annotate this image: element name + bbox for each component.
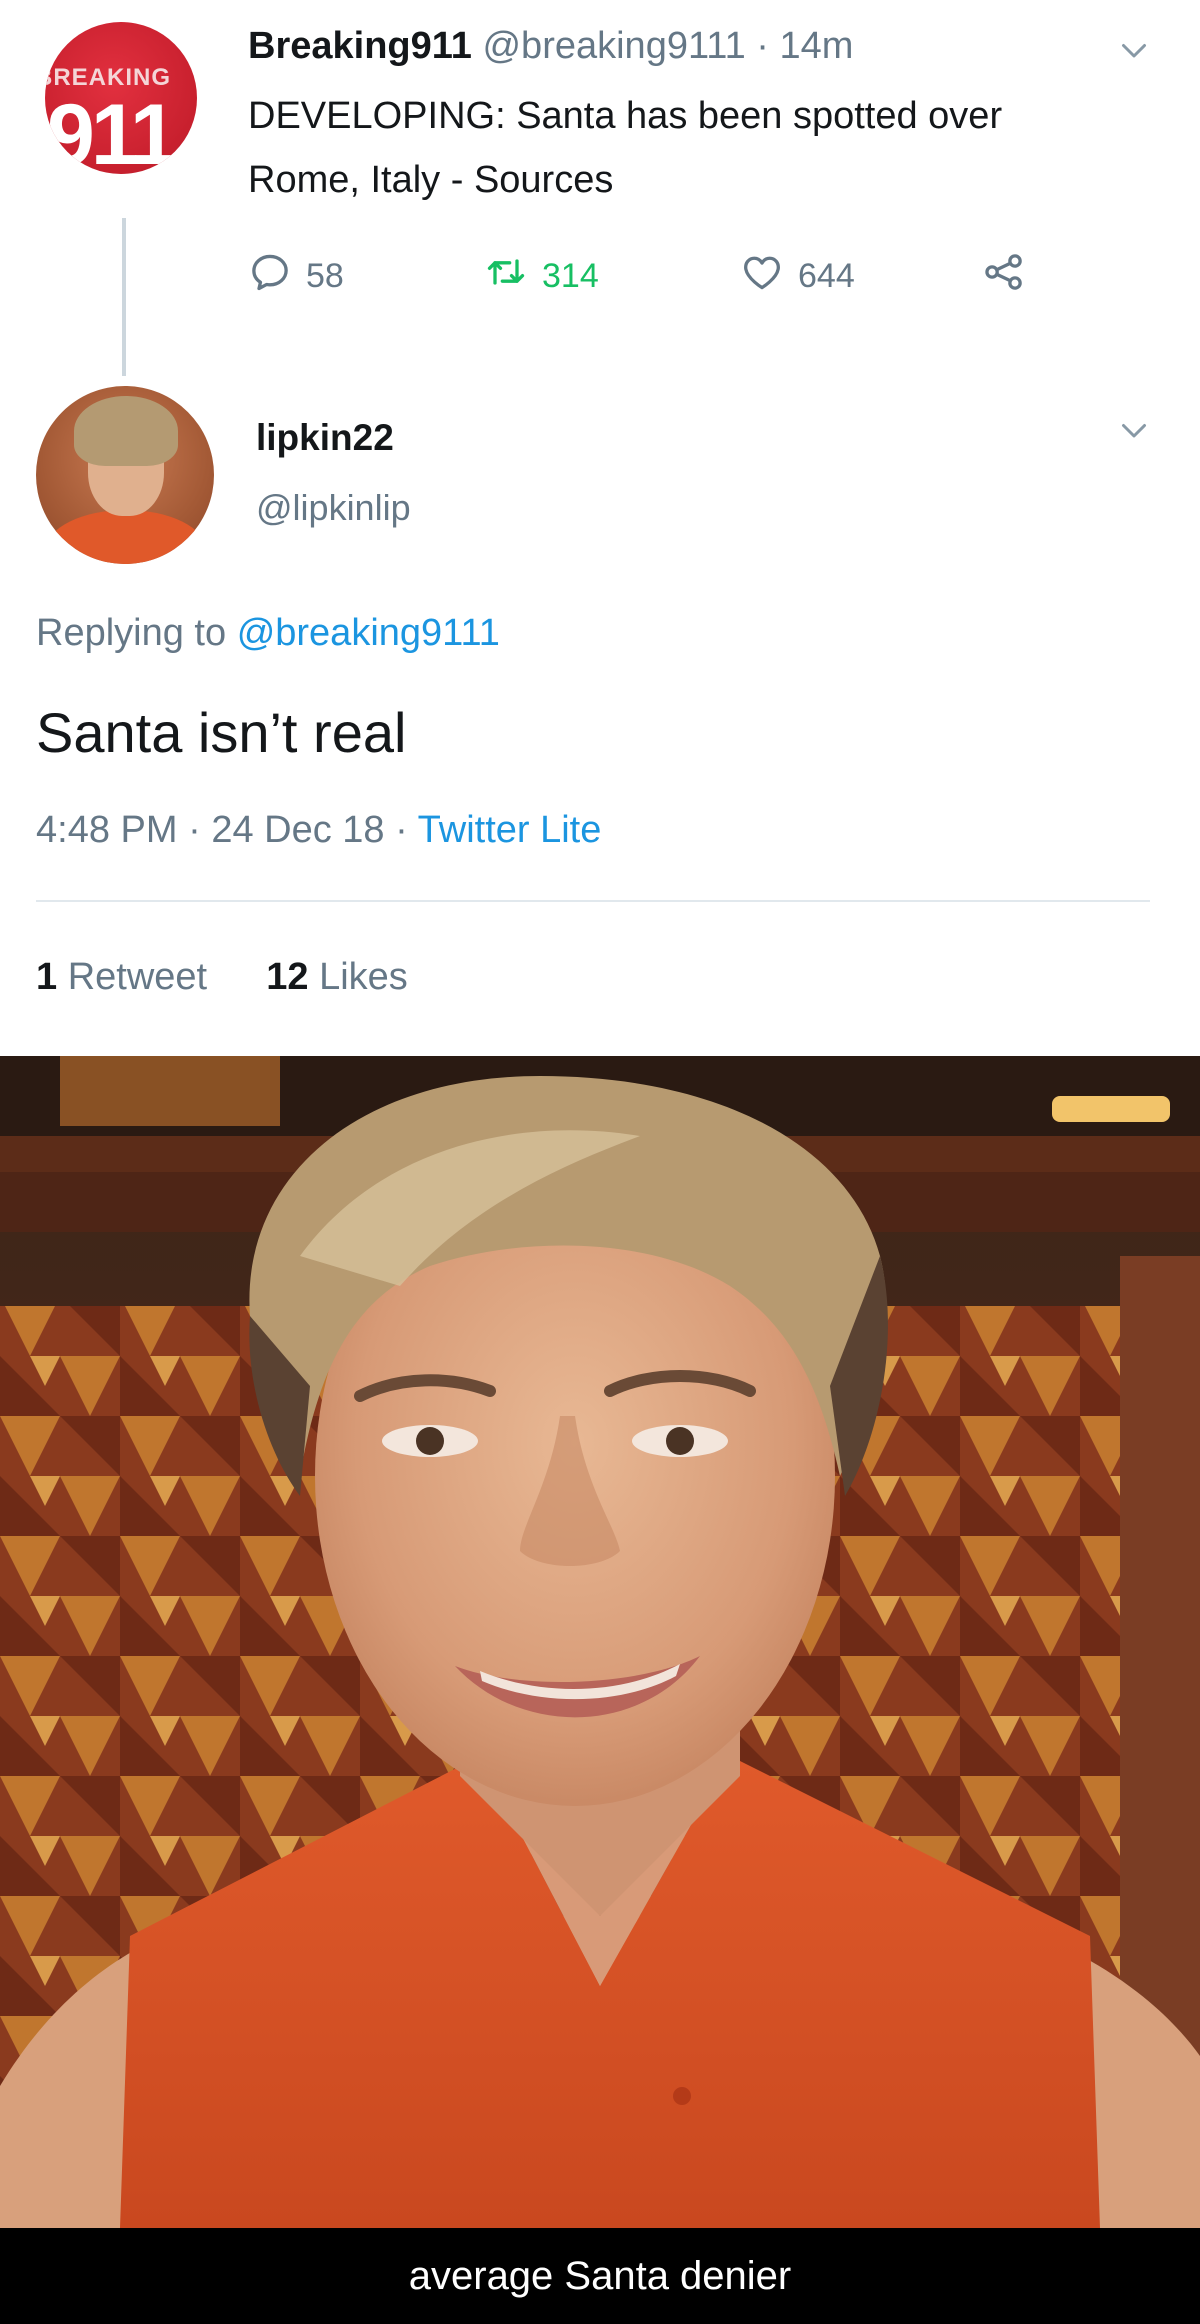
tweet-header: Breaking911 @breaking9111 · 14m (248, 22, 853, 70)
tweet-date[interactable]: 24 Dec 18 (211, 809, 384, 851)
likes-stat[interactable]: 12 Likes (266, 956, 408, 998)
tweet-source[interactable]: Twitter Lite (418, 809, 602, 851)
retweet-icon (484, 250, 542, 303)
like-count: 644 (798, 256, 855, 295)
separator-dot: · (188, 809, 201, 851)
tweet-stats: 1 Retweet 12 Likes (36, 952, 408, 1002)
author-name[interactable]: Breaking911 (248, 25, 472, 67)
tweet-text: Santa isn’t real (36, 701, 407, 764)
retweets-stat[interactable]: 1 Retweet (36, 956, 207, 998)
share-button[interactable] (982, 248, 1040, 304)
retweet-count: 1 (36, 956, 58, 998)
photo-illustration (0, 1056, 1200, 2228)
chevron-down-icon[interactable] (1116, 412, 1152, 448)
tweet-actions: 58 314 644 (248, 248, 1078, 304)
breaking911-avatar[interactable]: BREAKING 911 (45, 22, 197, 174)
tweet-time[interactable]: 4:48 PM (36, 809, 178, 851)
meme-caption: average Santa denier (408, 2254, 792, 2298)
avatar-number: 911 (47, 87, 178, 174)
thread-connector-line (122, 218, 126, 376)
retweet-count: 314 (542, 256, 599, 295)
meme-photo (0, 1056, 1200, 2228)
tweet-metadata: 4:48 PM · 24 Dec 18 · Twitter Lite (36, 806, 601, 854)
author-handle[interactable]: @lipkinlip (256, 484, 411, 532)
tweet-timestamp[interactable]: 14m (780, 25, 854, 67)
retweet-button[interactable]: 314 (484, 248, 599, 304)
like-button[interactable]: 644 (740, 248, 855, 304)
author-handle[interactable]: @breaking9111 (482, 25, 745, 67)
separator-dot: · (756, 25, 769, 67)
lipkin22-avatar[interactable] (36, 386, 214, 564)
parent-tweet[interactable]: BREAKING 911 Breaking911 @breaking9111 ·… (0, 0, 1200, 376)
separator-dot: · (395, 809, 408, 851)
meme-caption-bar: average Santa denier (0, 2228, 1200, 2324)
tweet-text: DEVELOPING: Santa has been spotted over … (248, 95, 1003, 201)
replying-to-line: Replying to @breaking9111 (36, 608, 500, 658)
chevron-down-icon[interactable] (1116, 32, 1152, 68)
divider (36, 900, 1150, 902)
like-count: 12 (266, 956, 309, 998)
share-icon (982, 250, 1040, 303)
heart-icon (740, 250, 798, 303)
replying-prefix: Replying to (36, 612, 227, 654)
reply-icon (248, 250, 306, 303)
reply-button[interactable]: 58 (248, 248, 344, 304)
reply-count: 58 (306, 256, 344, 295)
replying-to-mention[interactable]: @breaking9111 (237, 612, 500, 654)
author-name[interactable]: lipkin22 (256, 414, 394, 462)
like-label: Likes (319, 956, 408, 998)
retweet-label: Retweet (67, 956, 208, 998)
